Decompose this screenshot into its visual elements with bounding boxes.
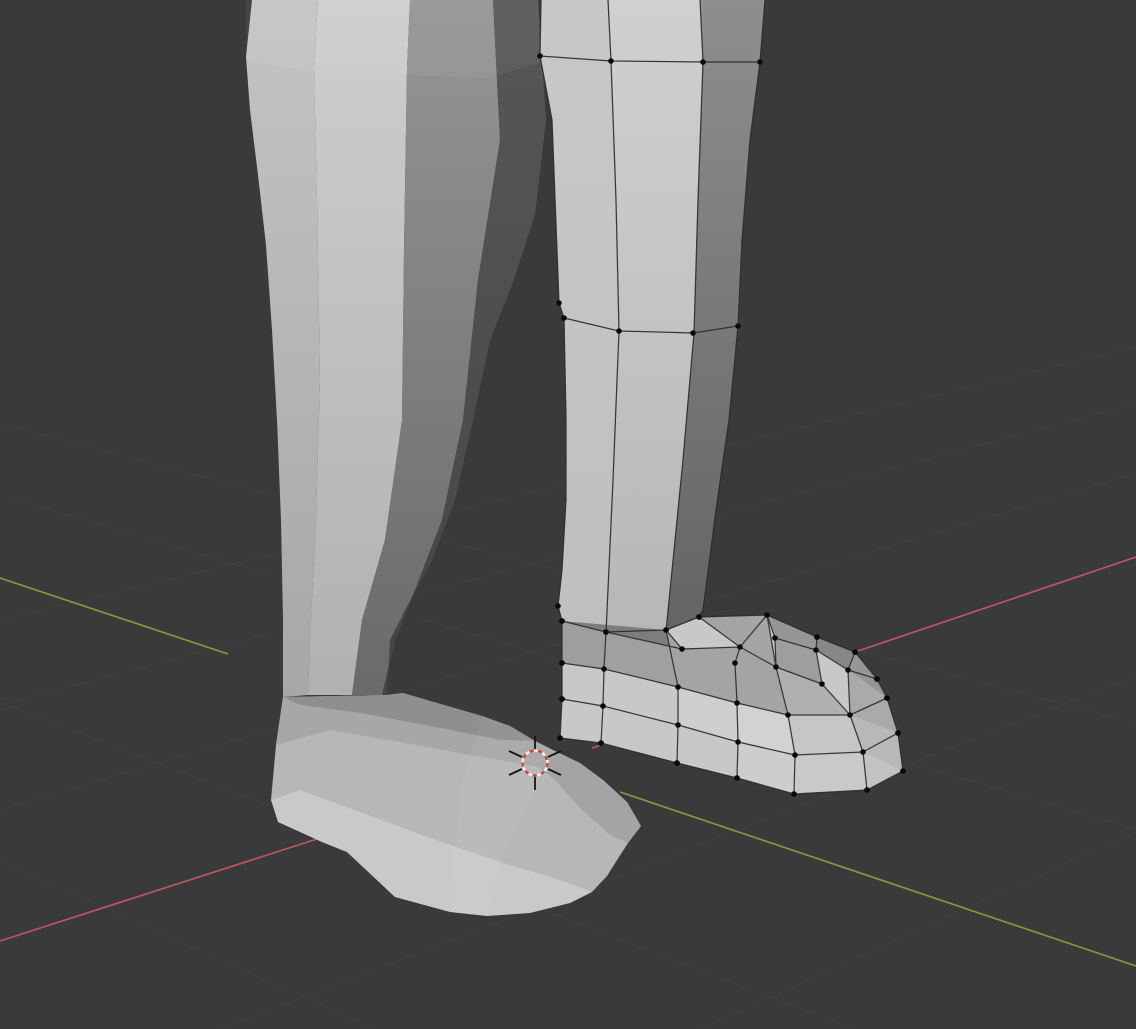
mesh-vertex[interactable] (601, 666, 607, 672)
mesh-vertex[interactable] (557, 735, 563, 741)
mesh-vertex[interactable] (608, 58, 614, 64)
mesh-vertex[interactable] (675, 722, 681, 728)
mesh-vertex[interactable] (555, 603, 561, 609)
mesh-vertex[interactable] (785, 712, 791, 718)
mesh-vertex[interactable] (900, 768, 906, 774)
mesh-vertex[interactable] (737, 644, 743, 650)
mesh-vertex[interactable] (603, 629, 609, 635)
mesh-vertex[interactable] (700, 59, 706, 65)
mesh-vertex[interactable] (734, 700, 740, 706)
mesh-vertex[interactable] (847, 712, 853, 718)
mesh-vertex[interactable] (845, 667, 851, 673)
mesh-vertex[interactable] (792, 752, 798, 758)
mesh-vertex[interactable] (884, 695, 890, 701)
mesh-vertex[interactable] (675, 684, 681, 690)
mesh-vertex[interactable] (791, 791, 797, 797)
left-leg-knee-face (246, 0, 541, 78)
mesh-vertex[interactable] (732, 660, 738, 666)
mesh-vertex[interactable] (773, 664, 779, 670)
mesh-vertex[interactable] (814, 634, 820, 640)
viewport-canvas[interactable] (0, 0, 1136, 1029)
mesh-vertex[interactable] (735, 739, 741, 745)
mesh-vertex[interactable] (559, 618, 565, 624)
mesh-vertex[interactable] (556, 300, 562, 306)
mesh-vertex[interactable] (598, 740, 604, 746)
mesh-vertex[interactable] (895, 730, 901, 736)
mesh-vertex[interactable] (663, 627, 669, 633)
mesh-vertex[interactable] (616, 328, 622, 334)
mesh-vertex[interactable] (874, 676, 880, 682)
mesh-vertex[interactable] (674, 760, 680, 766)
mesh-vertex[interactable] (860, 749, 866, 755)
mesh-vertex[interactable] (757, 59, 763, 65)
mesh-vertex[interactable] (696, 614, 702, 620)
mesh-vertex[interactable] (679, 646, 685, 652)
mesh-vertex[interactable] (735, 323, 741, 329)
mesh-vertex[interactable] (764, 612, 770, 618)
mesh-vertex[interactable] (559, 696, 565, 702)
mesh-vertex[interactable] (852, 649, 858, 655)
mesh-vertex[interactable] (559, 660, 565, 666)
right-foot-face[interactable] (794, 752, 867, 794)
blender-3d-viewport[interactable] (0, 0, 1136, 1029)
mesh-vertex[interactable] (734, 775, 740, 781)
mesh-vertex[interactable] (772, 635, 778, 641)
mesh-vertex[interactable] (600, 703, 606, 709)
mesh-vertex[interactable] (537, 53, 543, 59)
mesh-vertex[interactable] (864, 787, 870, 793)
mesh-vertex[interactable] (561, 315, 567, 321)
mesh-vertex[interactable] (813, 647, 819, 653)
mesh-vertex[interactable] (819, 681, 825, 687)
mesh-vertex[interactable] (690, 330, 696, 336)
